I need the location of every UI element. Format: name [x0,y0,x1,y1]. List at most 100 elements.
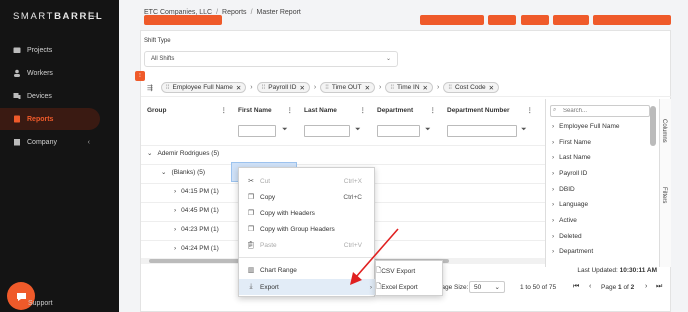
column-search-input[interactable] [550,105,650,117]
group-icon: ⇶ [147,84,153,92]
column-header-group[interactable]: Group ⋮ [147,99,227,121]
column-list-item[interactable]: › Active [552,217,577,224]
sidebar-item-label: Workers [27,69,53,77]
chevron-right-icon: › [552,123,555,130]
annotation-arrow [350,228,399,285]
column-list-item[interactable]: › Deleted [552,233,582,240]
building-icon [13,138,21,146]
columns-panel: ⌕ ›Employee Full Name ›First Name ›Last … [545,99,659,267]
column-list-item[interactable]: › DBID [552,186,575,193]
chevron-right-icon[interactable]: › [174,245,176,252]
shift-type-label: Shift Type [144,38,171,44]
filter-icon[interactable]: ⏷ [425,126,431,134]
group-chip[interactable]: ⁞⁞ Cost Code ✕ [443,82,500,93]
next-page-icon[interactable]: › [645,283,647,290]
chevron-down-icon[interactable]: ⌄ [147,149,152,157]
chevron-right-icon: › [552,217,555,224]
toolbar-button[interactable] [488,15,516,25]
column-menu-icon[interactable]: ⋮ [360,106,367,114]
column-list-item[interactable]: › First Name [552,139,591,146]
chevron-right-icon: › [552,201,555,208]
column-header-department-number[interactable]: Department Number ⋮ [447,99,533,121]
side-tabs: Columns Filters [659,99,671,267]
first-name-filter-input[interactable] [238,125,276,137]
table-row[interactable]: ⌄ Ademir Rodrigues (5) [141,145,545,160]
department-number-filter-input[interactable] [447,125,517,137]
filter-icon[interactable]: ⏷ [355,126,361,134]
column-list-item[interactable]: › Employee Full Name [552,123,620,130]
menu-item-copy[interactable]: ❐ Copy Ctrl+C [239,189,376,205]
chevron-right-icon: › [379,84,382,91]
group-chip[interactable]: ⁞⁞ Payroll ID ✕ [256,82,310,93]
sidebar-item-projects[interactable]: Projects [0,39,100,61]
sidebar: SMARTBARREL |← Projects Workers Devices … [0,0,119,312]
sidebar-item-label: Reports [27,115,54,123]
devices-icon [13,92,21,100]
toolbar-button[interactable] [521,15,549,25]
sidebar-item-workers[interactable]: Workers [0,62,100,84]
menu-item-cut[interactable]: ✂ Cut Ctrl+X [239,173,376,189]
copy-icon: ❐ [247,194,255,201]
column-header-last-name[interactable]: Last Name ⋮ [304,99,366,121]
breadcrumb-item[interactable]: Reports [222,9,247,16]
column-menu-icon[interactable]: ⋮ [527,106,534,114]
range-text: 1 to 50 of 75 [520,284,557,291]
close-icon[interactable]: ✕ [299,84,304,92]
toolbar-button[interactable] [553,15,589,25]
sidebar-item-support[interactable]: Support [28,300,53,307]
group-chip[interactable]: ⁞⁞ Time IN ✕ [385,82,433,93]
first-page-icon[interactable]: ⏮ [573,283,579,291]
filter-icon[interactable]: ⏷ [282,126,288,134]
menu-item-copy-with-headers[interactable]: ❐ Copy with Headers [239,205,376,221]
scissors-icon: ✂ [248,178,254,185]
search-icon: ⌕ [553,107,557,113]
chevron-down-icon[interactable]: ⌄ [161,168,166,176]
chevron-right-icon[interactable]: › [174,188,176,195]
breadcrumb-item: Master Report [256,9,301,16]
toolbar-button[interactable] [593,15,671,25]
page-size-select[interactable]: 50 ⌄ [469,281,505,293]
column-list-item[interactable]: › Department [552,248,593,255]
sidebar-item-company[interactable]: Company ‹ [0,131,100,153]
group-chip[interactable]: ⁞⁞ Time OUT ✕ [320,82,376,93]
last-name-filter-input[interactable] [304,125,350,137]
download-icon: ⤓ [249,283,253,290]
close-icon[interactable]: ✕ [423,84,428,92]
column-menu-icon[interactable]: ⋮ [430,106,437,114]
toolbar-button[interactable] [420,15,484,25]
chevron-right-icon: › [552,154,555,161]
column-header-department[interactable]: Department ⋮ [377,99,436,121]
chevron-down-icon: ⌄ [385,56,391,62]
sidebar-item-reports[interactable]: Reports [0,108,100,130]
column-list-item[interactable]: › Payroll ID [552,170,587,177]
collapse-sidebar-icon[interactable]: |← [88,10,99,20]
column-menu-icon[interactable]: ⋮ [221,106,228,114]
group-chip[interactable]: ⁞⁞ Employee Full Name ✕ [160,82,247,93]
chevron-left-icon: ‹ [87,138,90,146]
column-list-item[interactable]: › Language [552,201,588,208]
chevron-right-icon[interactable]: › [174,207,176,214]
toolbar-button[interactable] [144,15,222,25]
department-filter-input[interactable] [377,125,420,137]
chevron-right-icon: › [436,84,440,91]
sidebar-item-label: Projects [27,46,53,54]
sidebar-item-devices[interactable]: Devices [0,85,100,107]
column-menu-icon[interactable]: ⋮ [287,106,294,114]
vertical-scrollbar[interactable] [650,106,656,146]
paste-icon: 📋︎ [246,242,256,249]
tab-filters[interactable]: Filters [661,187,667,203]
tab-columns[interactable]: Columns [661,119,667,143]
close-icon[interactable]: ✕ [236,84,241,92]
person-icon [13,69,21,77]
column-list-item[interactable]: › Last Name [552,154,591,161]
chevron-right-icon: › [552,248,555,255]
close-icon[interactable]: ✕ [489,84,494,92]
column-header-first-name[interactable]: First Name ⋮ [238,99,293,121]
filter-icon[interactable]: ⏷ [521,126,527,134]
shift-type-select[interactable]: All Shifts ⌄ [144,51,398,67]
document-icon [13,115,21,123]
close-icon[interactable]: ✕ [365,84,370,92]
previous-page-icon[interactable]: ‹ [589,283,591,290]
chevron-right-icon[interactable]: › [174,226,176,233]
last-page-icon[interactable]: ⏭ [656,283,662,291]
